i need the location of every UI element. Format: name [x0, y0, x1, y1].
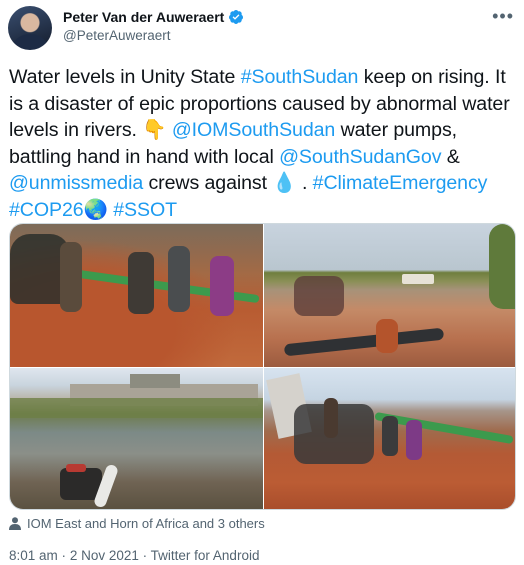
- tweet-text-segment: Water levels in Unity State: [9, 66, 241, 88]
- tagged-person-icon: [9, 517, 21, 530]
- meta-separator: ·: [61, 548, 67, 563]
- more-options-icon[interactable]: •••: [492, 6, 514, 27]
- verified-badge-icon: [229, 10, 244, 24]
- author-handle[interactable]: @PeterAuweraert: [63, 28, 171, 43]
- author-name[interactable]: Peter Van der Auweraert: [63, 9, 224, 25]
- tweet-link[interactable]: @SouthSudanGov: [279, 146, 441, 168]
- author-name-row: Peter Van der Auweraert: [63, 9, 244, 25]
- media-photo-4[interactable]: [264, 368, 515, 509]
- tweet-text-segment: 👇: [142, 119, 167, 141]
- tweet-meta: 8:01 am · 2 Nov 2021 · Twitter for Andro…: [9, 548, 259, 563]
- author-avatar[interactable]: [8, 6, 52, 50]
- tweet-text: Water levels in Unity State #SouthSudan …: [9, 64, 519, 223]
- tweet-link[interactable]: #SouthSudan: [241, 66, 359, 88]
- tweet-date[interactable]: 2 Nov 2021: [70, 548, 139, 563]
- tweet-link[interactable]: #ClimateEmergency: [313, 172, 488, 194]
- media-photo-2[interactable]: [264, 224, 515, 367]
- media-photo-1[interactable]: [10, 224, 263, 367]
- tweet-time[interactable]: 8:01 am: [9, 548, 58, 563]
- tagged-people-text: IOM East and Horn of Africa and 3 others: [27, 516, 265, 531]
- tweet-text-segment: crews against: [143, 172, 273, 194]
- tweet-link[interactable]: #SSOT: [113, 199, 177, 221]
- tweet-link[interactable]: #COP26: [9, 199, 84, 221]
- tagged-people-link[interactable]: IOM East and Horn of Africa and 3 others: [9, 516, 265, 531]
- tweet-text-segment: &: [441, 145, 460, 168]
- tweet-text-segment: 🌏: [83, 198, 108, 221]
- tweet-link[interactable]: @IOMSouthSudan: [172, 119, 335, 141]
- tweet-source: Twitter for Android: [150, 548, 260, 563]
- media-grid: [9, 223, 516, 510]
- tweet-link[interactable]: @unmissmedia: [9, 172, 143, 194]
- media-photo-3[interactable]: [10, 368, 263, 509]
- meta-separator: ·: [142, 548, 148, 563]
- tweet-text-segment: 💧: [272, 172, 297, 194]
- tweet-text-segment: .: [296, 172, 313, 194]
